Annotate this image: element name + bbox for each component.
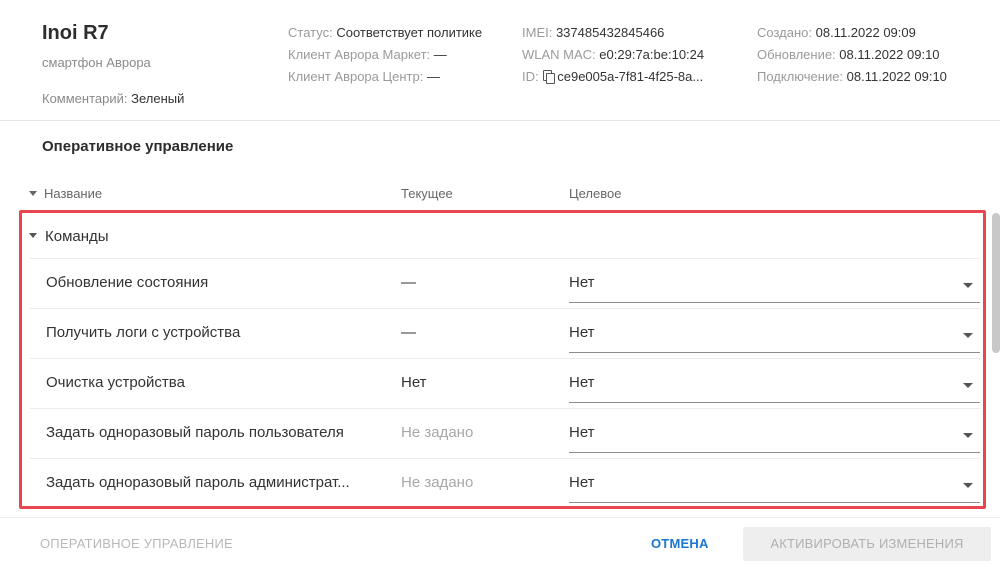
device-comment: Комментарий: Зеленый bbox=[42, 91, 184, 106]
market-client-value: — bbox=[433, 47, 447, 62]
command-name: Очистка устройства bbox=[46, 374, 185, 391]
comment-label: Комментарий: bbox=[42, 91, 132, 106]
target-select[interactable]: Нет bbox=[569, 359, 980, 403]
imei-value: 337485432845466 bbox=[555, 25, 665, 40]
dropdown-arrow-icon bbox=[963, 433, 973, 438]
info-column-dates: Создано: 08.11.2022 09:09 Обновление: 08… bbox=[757, 22, 947, 88]
cancel-button[interactable]: ОТМЕНА bbox=[651, 536, 709, 551]
market-client-line: Клиент Аврора Маркет: — bbox=[288, 44, 482, 66]
device-header: Inoi R7 смартфон Аврора Комментарий: Зел… bbox=[0, 0, 1000, 121]
device-type: смартфон Аврора bbox=[42, 55, 151, 70]
current-value: — bbox=[401, 274, 416, 291]
group-title-label: Команды bbox=[45, 228, 109, 245]
id-line: ID: ce9e005a-7f81-4f25-8a... bbox=[522, 66, 704, 88]
target-select-value: Нет bbox=[569, 424, 595, 441]
command-name: Получить логи с устройства bbox=[46, 324, 241, 341]
created-label: Создано: bbox=[757, 25, 816, 40]
command-name: Задать одноразовый пароль администрат... bbox=[46, 474, 350, 491]
dropdown-arrow-icon bbox=[963, 383, 973, 388]
imei-label: IMEI: bbox=[522, 25, 556, 40]
group-toggle-commands[interactable]: Команды bbox=[29, 228, 109, 245]
target-select[interactable]: Нет bbox=[569, 309, 980, 353]
created-value: 08.11.2022 09:09 bbox=[815, 25, 916, 40]
scrollbar-thumb[interactable] bbox=[992, 213, 1000, 353]
center-client-value: — bbox=[426, 69, 440, 84]
created-line: Создано: 08.11.2022 09:09 bbox=[757, 22, 947, 44]
column-header-target: Целевое bbox=[569, 186, 622, 201]
current-value: Нет bbox=[401, 374, 427, 391]
status-value: Соответствует политике bbox=[336, 25, 483, 40]
dropdown-arrow-icon bbox=[963, 483, 973, 488]
target-select-value: Нет bbox=[569, 474, 595, 491]
current-value: — bbox=[401, 324, 416, 341]
center-client-line: Клиент Аврора Центр: — bbox=[288, 66, 482, 88]
target-select[interactable]: Нет bbox=[569, 409, 980, 453]
table-row: Задать одноразовый пароль пользователя Н… bbox=[30, 408, 980, 458]
updated-label: Обновление: bbox=[757, 47, 840, 62]
id-label: ID: bbox=[522, 69, 543, 84]
current-value: Не задано bbox=[401, 474, 474, 491]
wlan-mac-label: WLAN MAC: bbox=[522, 47, 600, 62]
info-column-status: Статус: Соответствует политике Клиент Ав… bbox=[288, 22, 482, 88]
status-line: Статус: Соответствует политике bbox=[288, 22, 482, 44]
caret-down-icon bbox=[29, 233, 37, 238]
target-select-value: Нет bbox=[569, 324, 595, 341]
dropdown-arrow-icon bbox=[963, 333, 973, 338]
column-header-name[interactable]: Название bbox=[29, 186, 102, 201]
dropdown-arrow-icon bbox=[963, 283, 973, 288]
table-row: Обновление состояния — Нет bbox=[30, 258, 980, 308]
quick-management-button[interactable]: ОПЕРАТИВНОЕ УПРАВЛЕНИЕ bbox=[40, 536, 233, 551]
id-value: ce9e005a-7f81-4f25-8a... bbox=[557, 69, 704, 84]
footer-divider bbox=[0, 517, 1000, 518]
market-client-label: Клиент Аврора Маркет: bbox=[288, 47, 434, 62]
column-header-current: Текущее bbox=[401, 186, 453, 201]
section-title: Оперативное управление bbox=[42, 138, 234, 155]
center-client-label: Клиент Аврора Центр: bbox=[288, 69, 427, 84]
target-select-value: Нет bbox=[569, 274, 595, 291]
imei-line: IMEI: 337485432845466 bbox=[522, 22, 704, 44]
wlan-mac-line: WLAN MAC: e0:29:7a:be:10:24 bbox=[522, 44, 704, 66]
connected-label: Подключение: bbox=[757, 69, 847, 84]
connected-value: 08.11.2022 09:10 bbox=[846, 69, 947, 84]
updated-line: Обновление: 08.11.2022 09:10 bbox=[757, 44, 947, 66]
caret-down-icon bbox=[29, 191, 37, 196]
table-row: Задать одноразовый пароль администрат...… bbox=[30, 458, 980, 508]
connected-line: Подключение: 08.11.2022 09:10 bbox=[757, 66, 947, 88]
device-name: Inoi R7 bbox=[42, 22, 109, 44]
info-column-ids: IMEI: 337485432845466 WLAN MAC: e0:29:7a… bbox=[522, 22, 704, 88]
updated-value: 08.11.2022 09:10 bbox=[839, 47, 940, 62]
table-row: Получить логи с устройства — Нет bbox=[30, 308, 980, 358]
command-name: Обновление состояния bbox=[46, 274, 209, 291]
target-select-value: Нет bbox=[569, 374, 595, 391]
wlan-mac-value: e0:29:7a:be:10:24 bbox=[599, 47, 705, 62]
target-select[interactable]: Нет bbox=[569, 459, 980, 503]
copy-icon[interactable] bbox=[543, 70, 556, 84]
comment-value: Зеленый bbox=[131, 91, 185, 106]
table-row: Очистка устройства Нет Нет bbox=[30, 358, 980, 408]
activate-changes-button[interactable]: АКТИВИРОВАТЬ ИЗМЕНЕНИЯ bbox=[743, 527, 991, 561]
target-select[interactable]: Нет bbox=[569, 259, 980, 303]
command-name: Задать одноразовый пароль пользователя bbox=[46, 424, 344, 441]
status-label: Статус: bbox=[288, 25, 337, 40]
current-value: Не задано bbox=[401, 424, 474, 441]
column-name-label: Название bbox=[44, 186, 103, 201]
